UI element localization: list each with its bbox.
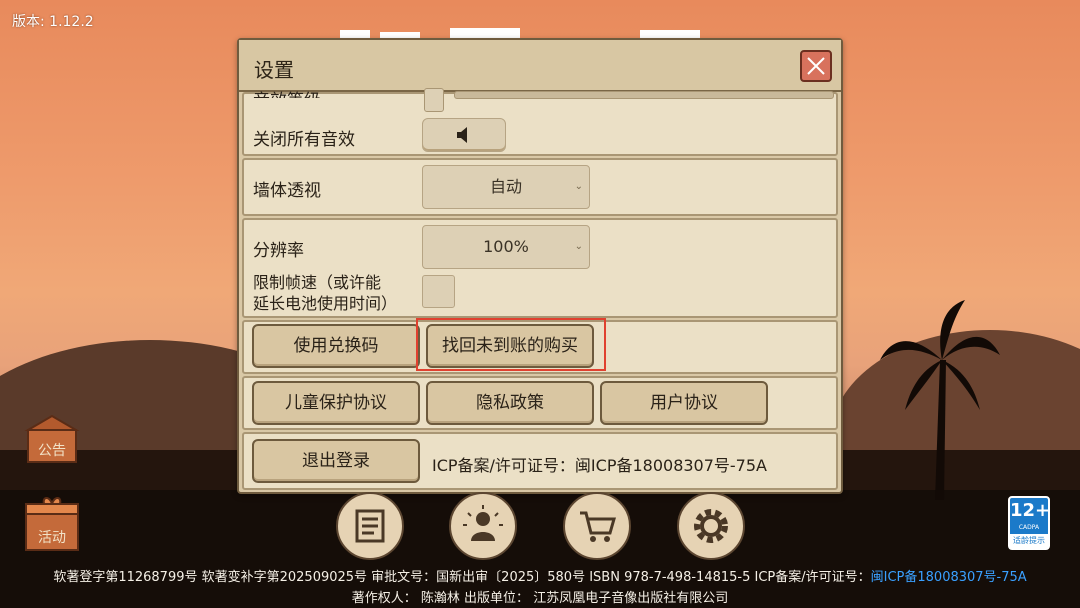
sound-level-label: 音效等级 (253, 86, 321, 98)
dialog-header: 设置 (239, 40, 841, 92)
logout-button[interactable]: 退出登录 (252, 439, 420, 483)
close-button[interactable] (800, 50, 832, 82)
child-protection-button[interactable]: 儿童保护协议 (252, 381, 420, 425)
quest-scroll-button[interactable] (336, 492, 404, 560)
resolution-section: 分辨率 100% ⌄ 限制帧速（或许能 延长电池使用时间） (242, 218, 838, 318)
footer-icp-link[interactable]: 闽ICP备18008307号-75A (871, 570, 1027, 585)
version-label: 版本: 1.12.2 (12, 14, 94, 30)
privacy-policy-button[interactable]: 隐私政策 (426, 381, 594, 425)
settings-gear-icon (694, 509, 728, 543)
settings-dialog: 设置 音效等级 关闭所有音效 墙体透视 自动 ⌄ 分辨率 100% ⌄ (237, 38, 843, 494)
footer-license-text: 软著登字第11268799号 软著变补字第202509025号 审批文号：国新出… (53, 570, 871, 585)
redeem-code-button[interactable]: 使用兑换码 (252, 324, 420, 368)
sound-level-slider[interactable] (454, 91, 834, 99)
agreements-section: 儿童保护协议 隐私政策 用户协议 (242, 376, 838, 430)
hero-button[interactable] (449, 492, 517, 560)
resolution-dropdown[interactable]: 100% ⌄ (422, 225, 590, 269)
user-agreement-button[interactable]: 用户协议 (600, 381, 768, 425)
footer-license-line: 软著登字第11268799号 软著变补字第202509025号 审批文号：国新出… (0, 566, 1080, 585)
scroll-icon (355, 509, 385, 543)
wall-xray-section: 墙体透视 自动 ⌄ (242, 158, 838, 216)
age-rating-cadpa: CADPA (1018, 524, 1040, 531)
resolution-label: 分辨率 (253, 241, 304, 261)
cart-icon (580, 511, 616, 542)
mute-all-toggle[interactable] (422, 118, 506, 152)
announcement-label[interactable]: 公告 (24, 440, 80, 460)
wall-xray-value: 自动 (489, 177, 522, 196)
highlight-box (416, 318, 606, 371)
wall-xray-dropdown[interactable]: 自动 ⌄ (422, 165, 590, 209)
fps-limit-label-line1: 限制帧速（或许能 (253, 273, 382, 292)
chevron-down-icon: ⌄ (574, 181, 583, 192)
sound-section: 音效等级 关闭所有音效 (242, 88, 838, 156)
close-icon (807, 57, 825, 75)
resolution-value: 100% (483, 237, 529, 256)
age-rating-tip: 适龄提示 (1010, 534, 1048, 548)
wall-xray-label: 墙体透视 (253, 181, 321, 201)
icp-license-text: ICP备案/许可证号：闽ICP备18008307号-75A (432, 456, 767, 475)
sound-level-slider-handle[interactable] (424, 88, 444, 112)
logout-section: 退出登录 ICP备案/许可证号：闽ICP备18008307号-75A (242, 432, 838, 490)
events-label[interactable]: 活动 (24, 527, 80, 547)
age-rating-badge: 12+ CADPA 适龄提示 (1008, 496, 1050, 550)
fps-limit-label-line2: 延长电池使用时间） (253, 294, 398, 313)
settings-button[interactable] (677, 492, 745, 560)
hero-icon (463, 505, 503, 541)
dialog-title: 设置 (254, 58, 294, 82)
speaker-icon (457, 127, 467, 143)
chevron-down-icon: ⌄ (574, 241, 583, 252)
fps-limit-checkbox[interactable] (422, 275, 455, 308)
age-rating-number: 12+ (1010, 500, 1051, 521)
shop-button[interactable] (563, 492, 631, 560)
palm-tree-silhouette (880, 300, 1000, 500)
mute-all-label: 关闭所有音效 (253, 130, 355, 150)
footer-copyright-line: 著作权人： 陈瀚林 出版单位： 江苏凤凰电子音像出版社有限公司 (351, 591, 729, 606)
